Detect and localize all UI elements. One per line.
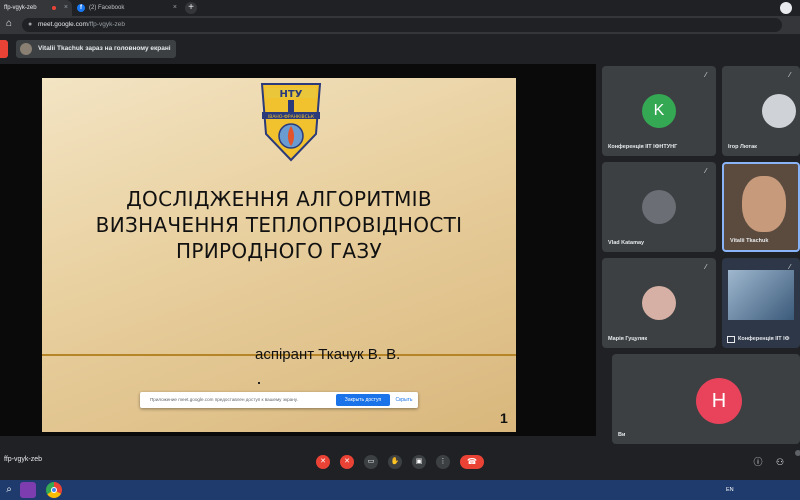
mic-off-icon: ⁄ [789,72,791,79]
present-icon [727,336,735,343]
taskbar [0,480,800,500]
viber-icon[interactable] [20,482,36,498]
close-tab-icon[interactable]: × [64,0,68,16]
recording-dot-icon [52,6,56,10]
logo-ribbon: ІВАНО-ФРАНКІВСЬК [268,114,315,120]
participant-tile-presentation[interactable]: ⁄ Конференція ІІТ ІФ [722,258,800,348]
slide-bullet [258,382,260,384]
search-icon[interactable]: ⌕ [2,483,16,497]
stop-sharing-button[interactable]: Закрыть доступ [336,394,390,406]
tab-facebook[interactable]: f (2) Facebook × [73,0,181,16]
slide-title: Дослідження алгоритмів визначення теплоп… [42,186,516,264]
new-tab-button[interactable]: + [185,2,197,14]
mic-off-icon: ⁄ [705,264,707,271]
close-tab-icon[interactable]: × [173,0,177,16]
participant-name: Ви [618,432,626,438]
avatar [762,94,796,128]
captions-button[interactable]: ▭ [364,455,378,469]
slide-title-line-2: визначення теплопровідності [95,213,463,237]
participant-name: Ігор Лютак [728,144,757,150]
system-tray[interactable]: EN [726,480,734,500]
home-icon[interactable]: ⌂ [6,19,16,29]
present-screen-button[interactable]: ▣ [412,455,426,469]
facebook-icon: f [77,4,85,12]
participant-tile[interactable]: ⁄ Vlad Katamay [602,162,716,252]
avatar [642,286,676,320]
screen-share-notice-text: Приложение meet.google.com предоставлен … [150,397,298,402]
tab-meet[interactable]: ffp-vgyk-zeb × [0,0,72,16]
participant-tile[interactable]: ⁄ Ігор Лютак [722,66,800,156]
language-indicator: EN [726,487,734,493]
self-view-tile[interactable]: H Ви [612,354,800,444]
participant-tile-active-speaker[interactable]: Vitalii Tkachuk [722,162,800,252]
meeting-details-icon[interactable]: ⓘ [752,456,764,468]
participant-name: Конференція ІІТ ІФ [738,336,790,342]
slide-title-line-3: природного газу [176,239,382,263]
mic-off-icon: ⁄ [705,168,707,175]
participant-tile[interactable]: ⁄ Марія Гуцуляк [602,258,716,348]
university-logo-icon: НТУ ІВАНО-ФРАНКІВСЬК [260,83,322,162]
meeting-code: ffp-vgyk-zeb [4,456,42,463]
participant-name: Vitalii Tkachuk [730,238,769,244]
lock-icon[interactable]: ● [28,21,36,29]
participant-name: Марія Гуцуляк [608,336,648,342]
more-options-button[interactable]: ⋮ [436,455,450,469]
profile-icon[interactable] [780,2,792,14]
camera-toggle-button[interactable]: ✕ [340,455,354,469]
avatar: K [642,94,676,128]
hide-notice-button[interactable]: Скрыть [393,394,415,406]
stop-presenting-button[interactable] [0,40,8,58]
slide-page-number: 1 [500,410,508,426]
presentation-thumbnail [728,270,794,320]
presenter-avatar [20,43,32,55]
leave-call-button[interactable]: ☎ [460,455,484,469]
logo-letters: НТУ [280,89,303,100]
slide-title-line-1: Дослідження алгоритмів [126,187,432,211]
microphone-toggle-button[interactable]: ✕ [316,455,330,469]
raise-hand-button[interactable]: ✋ [388,455,402,469]
slide-author: аспірант Ткачук В. В. [255,346,401,363]
avatar [642,190,676,224]
tab-meet-title: ffp-vgyk-zeb [4,5,37,11]
people-icon[interactable]: ⚇ [774,456,786,468]
participant-name: Vlad Katamay [608,240,645,246]
presenter-banner-text: Vitalii Tkachuk зараз на головному екран… [38,45,171,52]
participant-tile[interactable]: ⁄ K Конференція ІІТ ІФНТУНГ [602,66,716,156]
url-text[interactable]: meet.google.com/ffp-vgyk-zeb [38,18,125,32]
omnibox[interactable] [22,18,782,32]
participant-video [742,176,786,232]
mic-off-icon: ⁄ [705,72,707,79]
avatar: H [696,378,742,424]
participants-count-badge [795,450,800,456]
chrome-icon-center [51,487,57,493]
participant-name: Конференція ІІТ ІФНТУНГ [608,144,678,150]
